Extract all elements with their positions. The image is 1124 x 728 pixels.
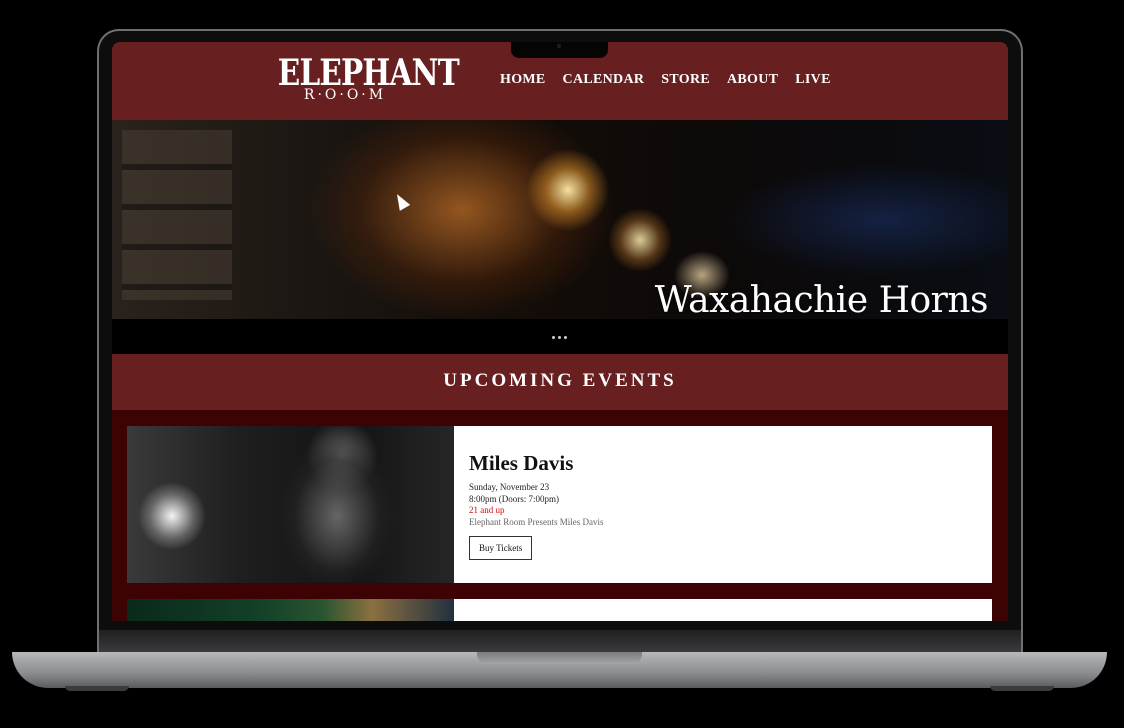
laptop-base-lip <box>477 652 642 664</box>
laptop-screen: ELEPHANT R·O·O·M HOME CALENDAR STORE ABO… <box>112 42 1008 621</box>
hero-background-image <box>122 130 232 300</box>
elephant-room-logo[interactable]: ELEPHANT R·O·O·M <box>263 52 460 102</box>
events-list: Miles Davis Sunday, November 23 8:00pm (… <box>112 410 1008 621</box>
main-nav: HOME CALENDAR STORE ABOUT LIVE <box>500 72 831 88</box>
slide-dot[interactable] <box>564 336 567 339</box>
event-photo[interactable] <box>127 426 454 583</box>
laptop-hinge <box>99 630 1021 652</box>
event-time: 8:00pm (Doors: 7:00pm) <box>469 493 559 504</box>
slider-pagination <box>112 319 1008 354</box>
slide-dot[interactable] <box>558 336 561 339</box>
event-name[interactable]: Miles Davis <box>469 451 604 476</box>
camera-notch <box>511 42 608 58</box>
event-age-restriction: 21 and up <box>469 505 505 515</box>
slide-dot[interactable] <box>552 336 555 339</box>
camera-icon <box>557 44 561 48</box>
event-presenter: Elephant Room Presents Miles Davis <box>469 516 604 527</box>
laptop-foot-left <box>65 686 129 691</box>
nav-home[interactable]: HOME <box>500 72 546 88</box>
nav-store[interactable]: STORE <box>661 72 710 88</box>
hero-slider[interactable]: Waxahachie Horns <box>112 120 1008 319</box>
nav-live[interactable]: LIVE <box>795 72 830 88</box>
nav-calendar[interactable]: CALENDAR <box>563 72 645 88</box>
upcoming-events-title: UPCOMING EVENTS <box>443 370 677 391</box>
event-card: Miles Davis Sunday, November 23 8:00pm (… <box>127 426 992 583</box>
event-info: Miles Davis Sunday, November 23 8:00pm (… <box>469 451 604 560</box>
event-card <box>127 599 992 621</box>
hero-title: Waxahachie Horns <box>654 280 989 319</box>
nav-about[interactable]: ABOUT <box>727 72 778 88</box>
upcoming-events-header: UPCOMING EVENTS <box>112 354 1008 410</box>
buy-tickets-button[interactable]: Buy Tickets <box>469 536 533 560</box>
event-photo[interactable] <box>127 599 454 621</box>
logo-main-text: ELEPHANT <box>277 52 460 94</box>
mouse-cursor-icon <box>391 191 411 211</box>
laptop-foot-right <box>990 686 1054 691</box>
event-date: Sunday, November 23 <box>469 482 550 492</box>
